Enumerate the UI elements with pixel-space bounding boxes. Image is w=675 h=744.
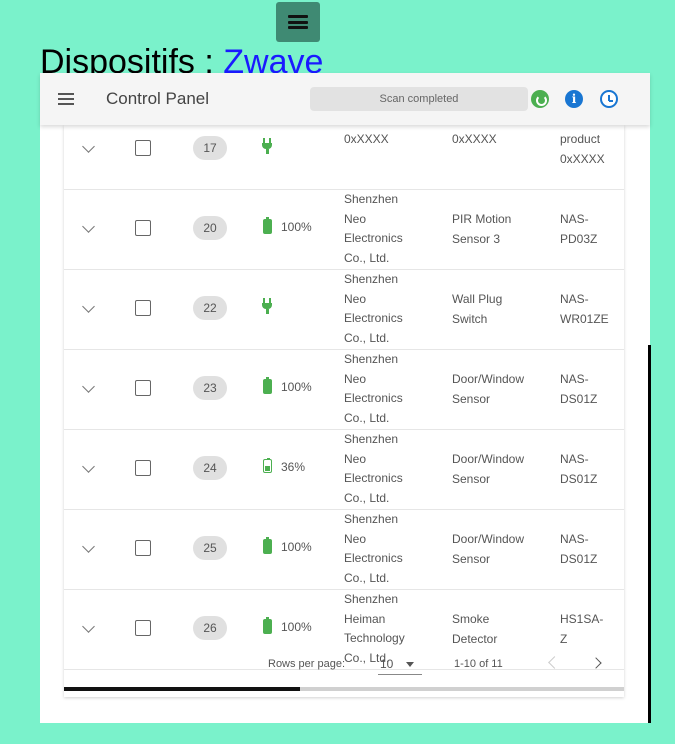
node-id-chip: 25: [193, 536, 227, 560]
vertical-scrollbar[interactable]: [648, 345, 651, 723]
row-checkbox[interactable]: [135, 540, 151, 556]
table-row[interactable]: 24 36% Shenzhen Neo Electronics Co., Ltd. Door…: [64, 430, 624, 510]
table-row[interactable]: 20 100% Shenzhen Neo Electronics Co., Ltd. PIR…: [64, 190, 624, 270]
plug-icon: [262, 138, 272, 154]
row-checkbox[interactable]: [135, 380, 151, 396]
model-cell: NAS- DS01Z: [560, 372, 598, 406]
product-cell: Door/Window Sensor: [452, 372, 525, 406]
control-panel: Control Panel Scan completed i 17 manufac…: [40, 73, 650, 723]
chevron-down-icon[interactable]: [82, 380, 95, 393]
refresh-icon[interactable]: [531, 90, 549, 108]
row-checkbox[interactable]: [135, 220, 151, 236]
plug-icon: [262, 298, 272, 314]
app-bar-title: Control Panel: [106, 89, 210, 108]
model-cell: NAS- DS01Z: [560, 452, 598, 486]
table-body: 17 manufacturer0xXXXX 0xXXXX product0xXXXX 2…: [64, 125, 624, 670]
top-menu-button[interactable]: [276, 2, 320, 42]
product-cell: Wall Plug Switch: [452, 292, 503, 326]
node-id-chip: 20: [193, 216, 227, 240]
chevron-down-icon[interactable]: [82, 300, 95, 313]
manufacturer-cell: Shenzhen Neo Electronics Co., Ltd.: [344, 352, 403, 426]
battery-icon: [263, 458, 272, 473]
table-row[interactable]: 22 Shenzhen Neo Electronics Co., Ltd. Wall Pl…: [64, 270, 624, 350]
manufacturer-cell: Shenzhen Neo Electronics Co., Ltd.: [344, 432, 403, 506]
table-row[interactable]: 25 100% Shenzhen Neo Electronics Co., Ltd. Doo…: [64, 510, 624, 590]
horizontal-scrollbar-thumb[interactable]: [64, 687, 300, 691]
manufacturer-cell: Shenzhen Neo Electronics Co., Ltd.: [344, 272, 403, 346]
battery-level: 100%: [281, 220, 312, 234]
battery-level: 100%: [281, 540, 312, 554]
pagination: Rows per page: 10 1-10 of 11: [64, 630, 624, 675]
table-row[interactable]: 17 manufacturer0xXXXX 0xXXXX product0xXXXX: [64, 125, 624, 190]
rows-per-page-value: 10: [380, 657, 394, 671]
table-row[interactable]: 23 100% Shenzhen Neo Electronics Co., Ltd. Doo…: [64, 350, 624, 430]
chevron-down-icon[interactable]: [82, 220, 95, 233]
menu-icon: [288, 15, 308, 29]
node-id-chip: 17: [193, 136, 227, 160]
row-checkbox[interactable]: [135, 140, 151, 156]
product-cell: Door/Window Sensor: [452, 532, 525, 566]
rows-per-page-select[interactable]: 10: [378, 654, 422, 675]
info-icon[interactable]: i: [565, 90, 583, 108]
chevron-down-icon[interactable]: [82, 460, 95, 473]
battery-level: 100%: [281, 380, 312, 394]
caret-down-icon: [406, 662, 414, 667]
node-id-chip: 24: [193, 456, 227, 480]
battery-icon: [263, 217, 272, 234]
devices-table: 17 manufacturer0xXXXX 0xXXXX product0xXXXX 2…: [64, 125, 624, 697]
manufacturer-cell: manufacturer0xXXXX: [344, 125, 415, 146]
scan-status-field: Scan completed: [310, 87, 528, 111]
manufacturer-cell: Shenzhen Neo Electronics Co., Ltd.: [344, 192, 403, 266]
product-cell: Door/Window Sensor: [452, 452, 525, 486]
row-checkbox[interactable]: [135, 300, 151, 316]
manufacturer-cell: Shenzhen Neo Electronics Co., Ltd.: [344, 512, 403, 586]
node-id-chip: 23: [193, 376, 227, 400]
history-icon[interactable]: [600, 90, 618, 108]
battery-level: 36%: [281, 460, 306, 474]
model-cell: NAS- PD03Z: [560, 212, 598, 246]
pagination-range: 1-10 of 11: [454, 658, 503, 670]
chevron-left-icon[interactable]: [548, 656, 561, 669]
chevron-right-icon[interactable]: [590, 657, 602, 669]
battery-icon: [263, 377, 272, 394]
model-cell: NAS- DS01Z: [560, 532, 598, 566]
product-cell: 0xXXXX: [452, 132, 497, 146]
app-bar: Control Panel Scan completed i: [40, 73, 650, 125]
product-cell: PIR Motion Sensor 3: [452, 212, 512, 246]
rows-per-page-label: Rows per page:: [268, 658, 346, 670]
chevron-down-icon[interactable]: [82, 540, 95, 553]
model-cell: product 0xXXXX: [560, 132, 605, 166]
model-cell: NAS- WR01ZE: [560, 292, 609, 326]
battery-icon: [263, 537, 272, 554]
node-id-chip: 22: [193, 296, 227, 320]
chevron-down-icon[interactable]: [82, 140, 95, 153]
menu-icon[interactable]: [58, 93, 74, 105]
row-checkbox[interactable]: [135, 460, 151, 476]
